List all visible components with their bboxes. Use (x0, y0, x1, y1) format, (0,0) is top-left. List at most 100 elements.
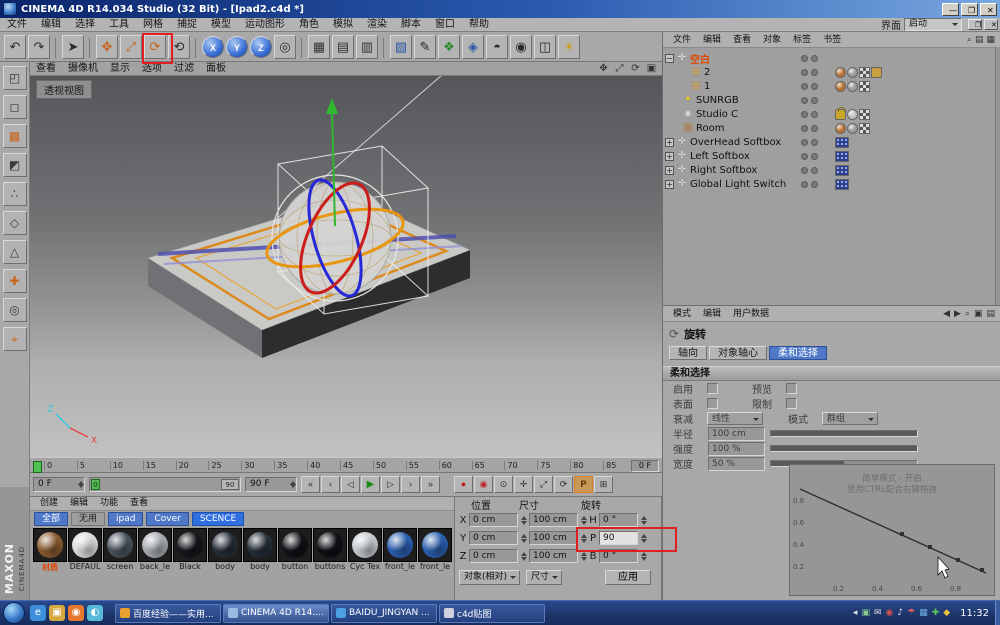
attribute-tab[interactable]: 用户数据 (727, 307, 775, 321)
frame-stepper[interactable] (77, 478, 84, 491)
expander-icon[interactable]: + (665, 166, 674, 175)
material-thumbnail[interactable] (243, 528, 277, 562)
object-tag[interactable] (859, 67, 870, 78)
material-thumbnail[interactable] (383, 528, 417, 562)
expander-icon[interactable]: + (665, 180, 674, 189)
material-item[interactable]: Black (173, 528, 207, 573)
viewport-menu-item[interactable]: 面板 (200, 62, 232, 75)
menu-item[interactable]: 编辑 (34, 18, 68, 32)
position-field[interactable]: 0 cm (469, 513, 518, 527)
tray-icon[interactable]: ◂ (853, 608, 858, 618)
rotate-view-icon[interactable]: ⟳ (629, 63, 642, 74)
object-tag[interactable] (835, 165, 849, 176)
end-frame-stepper[interactable] (289, 478, 296, 491)
add-spline-button[interactable]: ✎ (414, 35, 436, 59)
rotation-field[interactable]: 90 (599, 531, 638, 545)
object-menu-item[interactable]: 书签 (817, 33, 847, 47)
quicklaunch-browser[interactable]: e (30, 605, 46, 621)
object-tag[interactable] (835, 81, 846, 92)
expander-icon[interactable]: + (665, 138, 674, 147)
object-row[interactable]: + ✛ Left Softbox (663, 149, 1000, 163)
object-label[interactable]: Right Softbox (690, 165, 757, 176)
expander-icon[interactable] (671, 96, 680, 105)
close-button[interactable]: ✕ (980, 3, 997, 16)
keyframe-selection-button[interactable]: ⊙ (494, 476, 513, 493)
option-checkbox[interactable] (786, 398, 797, 409)
material-item[interactable]: front_le (383, 528, 417, 573)
size-field[interactable]: 100 cm (529, 531, 578, 545)
filter-icon[interactable]: ▤ (975, 35, 984, 45)
tray-icon[interactable]: ◉ (886, 608, 894, 618)
object-tag[interactable] (835, 67, 846, 78)
menu-item[interactable]: 模型 (204, 18, 238, 32)
back-icon[interactable]: ◀ (943, 309, 950, 319)
taskbar-task-button[interactable]: c4d贴图 (439, 604, 545, 623)
size-stepper[interactable] (580, 532, 587, 544)
visibility-dots[interactable] (801, 181, 818, 188)
mdi-restore-button[interactable]: ❐ (968, 19, 982, 30)
option-slider[interactable] (770, 430, 918, 437)
snap-button[interactable]: ⌖ (3, 327, 27, 351)
menu-item[interactable]: 帮助 (462, 18, 496, 32)
object-tag[interactable] (859, 81, 870, 92)
tray-icon[interactable]: ▦ (919, 608, 928, 618)
visibility-dots[interactable] (801, 97, 818, 104)
search-icon[interactable]: ⌕ (967, 35, 972, 45)
rotation-stepper[interactable] (640, 532, 647, 544)
option-field[interactable]: 50 % (708, 457, 765, 471)
viewport-canvas[interactable]: Z X (30, 76, 662, 457)
object-tag[interactable] (847, 123, 858, 134)
option-checkbox[interactable] (707, 383, 718, 394)
attribute-tab[interactable]: 模式 (667, 307, 697, 321)
menu-item[interactable]: 捕捉 (170, 18, 204, 32)
range-start-handle[interactable]: 0 (91, 479, 100, 490)
material-menu-item[interactable]: 编辑 (64, 497, 94, 510)
object-label[interactable]: Studio C (696, 109, 738, 120)
size-stepper[interactable] (580, 514, 587, 526)
menu-item[interactable]: 选择 (68, 18, 102, 32)
material-thumbnail[interactable] (313, 528, 347, 562)
rotation-stepper[interactable] (640, 514, 647, 526)
object-row[interactable]: ◉ Studio C (663, 107, 1000, 121)
tray-icon[interactable]: ▣ (861, 608, 870, 618)
record-position-button[interactable]: ✛ (514, 476, 533, 493)
record-rotation-button[interactable]: ⟳ (554, 476, 573, 493)
object-row[interactable]: + ✛ Right Softbox (663, 163, 1000, 177)
next-key-button[interactable]: › (401, 476, 420, 493)
visibility-dots[interactable] (801, 153, 818, 160)
material-item[interactable]: back_le (138, 528, 172, 573)
visibility-dots[interactable] (801, 111, 818, 118)
menu-item[interactable]: 模拟 (326, 18, 360, 32)
material-thumbnail[interactable] (138, 528, 172, 562)
play-button[interactable]: ▶ (361, 476, 380, 493)
toggle-view-icon[interactable]: ▣ (645, 63, 658, 74)
end-frame-field[interactable]: 90 F (245, 477, 297, 492)
environment-button[interactable]: ◓ (486, 35, 508, 59)
object-label[interactable]: Global Light Switch (690, 179, 786, 190)
visibility-dots[interactable] (801, 125, 818, 132)
lock-y-button[interactable]: Y (226, 36, 248, 58)
viewport-menu-item[interactable]: 查看 (30, 62, 62, 75)
material-thumbnail[interactable] (68, 528, 102, 562)
expander-icon[interactable]: − (665, 54, 674, 63)
object-row[interactable]: + ✛ Global Light Switch (663, 177, 1000, 191)
menu-item[interactable]: 角色 (292, 18, 326, 32)
goto-start-button[interactable]: « (301, 476, 320, 493)
make-editable-button[interactable]: ◰ (3, 66, 27, 90)
size-mode-dropdown[interactable]: 尺寸 (526, 570, 562, 585)
zoom-view-icon[interactable]: ⤢ (613, 63, 626, 74)
object-label[interactable]: 2 (704, 67, 710, 78)
option-field[interactable]: 100 cm (708, 427, 765, 441)
menu-item[interactable]: 网格 (136, 18, 170, 32)
material-menu-item[interactable]: 创建 (34, 497, 64, 510)
scale-button[interactable]: ⤢ (120, 35, 142, 59)
object-menu-item[interactable]: 编辑 (697, 33, 727, 47)
object-manager-scrollbar[interactable] (995, 47, 1000, 305)
menu-item[interactable]: 脚本 (394, 18, 428, 32)
object-tag[interactable] (859, 123, 870, 134)
render-queue-button[interactable]: ▥ (356, 35, 378, 59)
visibility-dots[interactable] (801, 69, 818, 76)
material-thumbnail[interactable] (33, 528, 67, 562)
position-stepper[interactable] (520, 550, 527, 562)
object-row[interactable]: ▦ 1 (663, 79, 1000, 93)
